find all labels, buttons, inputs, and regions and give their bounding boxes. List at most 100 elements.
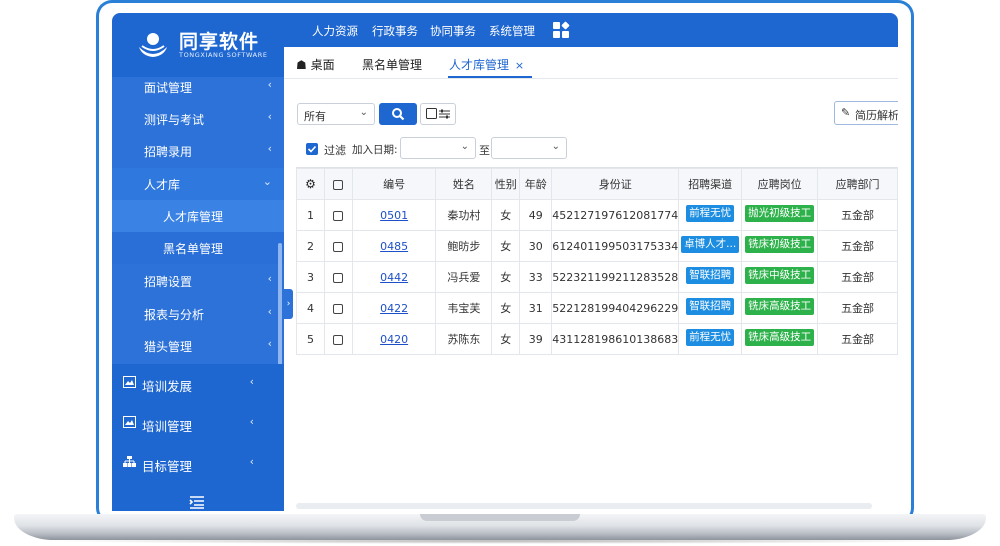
column-header[interactable]: 编号 <box>351 168 437 200</box>
table-header-row: ⚙ 编号 姓名 性别 年龄 身份证 招聘渠道 应聘岗位 应聘部门 <box>296 168 898 200</box>
record-id-link[interactable]: 0420 <box>351 323 437 355</box>
column-header[interactable]: 性别 <box>491 168 521 200</box>
resume-parse-label: 简历解析 <box>855 109 898 122</box>
row-checkbox[interactable] <box>323 230 353 262</box>
sidebar-item-recruit-settings[interactable]: 招聘设置 ‹ <box>112 265 284 297</box>
edit-icon: ✎ <box>841 106 851 119</box>
collapse-sidebar-icon[interactable] <box>189 495 205 509</box>
search-button[interactable] <box>379 103 417 125</box>
sidebar-item-training-dev[interactable]: 培训发展 ‹ <box>112 364 284 404</box>
row-number: 4 <box>296 292 325 324</box>
cell-gender: 女 <box>491 292 521 324</box>
position-badge: 铣床高级技工 <box>745 329 815 346</box>
sidebar-item-label: 黑名单管理 <box>163 242 224 256</box>
sidebar-item-hiring[interactable]: 招聘录用 ‹ <box>112 135 284 167</box>
topnav-hr[interactable]: 人力资源 <box>312 23 358 39</box>
column-header[interactable]: 年龄 <box>519 168 553 200</box>
talent-table-grid: ⚙ 编号 姓名 性别 年龄 身份证 招聘渠道 应聘岗位 应聘部门 1 0501 … <box>296 168 898 355</box>
sidebar-item-label: 培训管理 <box>142 419 193 434</box>
record-id-link[interactable]: 0485 <box>351 230 437 262</box>
scope-select[interactable]: 所有 ⌄ <box>297 103 375 125</box>
tab-talent-pool[interactable]: 人才库管理 × <box>449 56 524 73</box>
filter-checkbox[interactable] <box>306 143 318 155</box>
brand-subtitle: TONGXIANG SOFTWARE <box>179 51 268 59</box>
cell-idcard: 612401199503175334 <box>551 230 680 262</box>
close-icon[interactable]: × <box>515 59 524 72</box>
table-row[interactable]: 2 0485 鲍昉步 女 30 612401199503175334 卓博人才.… <box>296 230 898 262</box>
expand-panel-handle[interactable]: › <box>284 289 293 319</box>
cell-name: 冯兵爱 <box>435 261 493 293</box>
check-icon <box>307 145 317 153</box>
sidebar-item-label: 招聘设置 <box>144 275 193 289</box>
cell-dept: 五金部 <box>817 230 898 262</box>
date-to-select[interactable]: ⌄ <box>491 137 567 159</box>
chevron-left-icon: ‹ <box>267 110 272 123</box>
topnav-collab[interactable]: 协同事务 <box>430 23 476 39</box>
sidebar-item-blacklist[interactable]: 黑名单管理 <box>112 232 284 264</box>
date-to-label: 至 <box>479 144 490 157</box>
row-checkbox[interactable] <box>323 292 353 324</box>
table-row[interactable]: 4 0422 韦宝芙 女 31 522128199404296229 智联招聘 … <box>296 292 898 324</box>
sidebar-item-assessment[interactable]: 测评与考试 ‹ <box>112 103 284 135</box>
row-checkbox[interactable] <box>323 323 353 355</box>
cell-age: 49 <box>519 199 553 231</box>
cell-position: 抛光初级技工 <box>741 199 819 231</box>
apps-grid-icon[interactable] <box>552 21 570 39</box>
horizontal-scrollbar[interactable] <box>296 503 872 509</box>
table-row[interactable]: 3 0442 冯兵爱 女 33 522321199211283528 智联招聘 … <box>296 261 898 293</box>
sliders-icon <box>426 108 450 119</box>
channel-badge: 前程无忧 <box>686 329 735 346</box>
sidebar-item-goals[interactable]: 目标管理 ‹ <box>112 444 284 484</box>
chevron-left-icon: ‹ <box>267 305 272 318</box>
column-settings[interactable]: ⚙ <box>296 168 325 200</box>
table-row[interactable]: 1 0501 秦功村 女 49 452127197612081774 前程无忧 … <box>296 199 898 231</box>
column-header[interactable]: 身份证 <box>551 168 680 200</box>
image-icon <box>123 416 136 428</box>
sidebar-item-training-manage[interactable]: 培训管理 ‹ <box>112 404 284 444</box>
column-header[interactable]: 招聘渠道 <box>678 168 743 200</box>
sidebar-item-headhunter[interactable]: 猎头管理 ‹ <box>112 330 284 362</box>
record-id-link[interactable]: 0422 <box>351 292 437 324</box>
filter-toggle-button[interactable] <box>420 103 456 125</box>
cell-gender: 女 <box>491 323 521 355</box>
scope-select-value: 所有 <box>304 110 326 123</box>
chevron-down-icon: ⌄ <box>460 141 469 152</box>
sidebar-item-talent-pool[interactable]: 人才库 ⌄ <box>112 168 284 200</box>
cell-name: 鲍昉步 <box>435 230 493 262</box>
image-icon <box>123 376 136 388</box>
record-id-link[interactable]: 0501 <box>351 199 437 231</box>
cell-age: 30 <box>519 230 553 262</box>
app-screen: 同享软件 TONGXIANG SOFTWARE 面试管理 ‹ 测评与考试 ‹ 招… <box>112 13 898 511</box>
channel-badge: 智联招聘 <box>686 267 735 284</box>
cell-dept: 五金部 <box>817 261 898 293</box>
sidebar-item-reports[interactable]: 报表与分析 ‹ <box>112 298 284 330</box>
column-header[interactable]: 应聘部门 <box>817 168 898 200</box>
sidebar-item-label: 测评与考试 <box>144 113 205 127</box>
channel-badge: 智联招聘 <box>686 298 735 315</box>
gear-icon: ⚙ <box>305 177 316 191</box>
cell-dept: 五金部 <box>817 292 898 324</box>
row-checkbox[interactable] <box>323 261 353 293</box>
column-header[interactable]: 姓名 <box>435 168 493 200</box>
row-number: 5 <box>296 323 325 355</box>
row-checkbox[interactable] <box>323 199 353 231</box>
table-row[interactable]: 5 0420 苏陈东 女 39 431128198610138683 前程无忧 … <box>296 323 898 355</box>
column-header[interactable]: 应聘岗位 <box>741 168 819 200</box>
tab-blacklist[interactable]: 黑名单管理 <box>362 56 422 73</box>
topnav-system[interactable]: 系统管理 <box>489 23 535 39</box>
tab-label: 人才库管理 <box>449 58 510 72</box>
position-badge: 铣床初级技工 <box>745 236 815 253</box>
topnav-admin[interactable]: 行政事务 <box>372 23 418 39</box>
sitemap-icon <box>123 456 136 467</box>
chevron-left-icon: ‹ <box>249 415 254 428</box>
date-from-select[interactable]: ⌄ <box>400 137 476 159</box>
record-id-link[interactable]: 0442 <box>351 261 437 293</box>
cell-age: 31 <box>519 292 553 324</box>
sidebar-item-label: 面试管理 <box>144 81 193 95</box>
sidebar-item-talent-pool-manage[interactable]: 人才库管理 <box>112 200 284 232</box>
select-all-checkbox[interactable] <box>323 168 353 200</box>
resume-parse-button[interactable]: ✎ 简历解析 <box>834 101 898 125</box>
sidebar-item-interview[interactable]: 面试管理 ‹ <box>112 71 284 103</box>
row-number: 2 <box>296 230 325 262</box>
tab-desktop[interactable]: ☗ 桌面 <box>296 56 335 73</box>
